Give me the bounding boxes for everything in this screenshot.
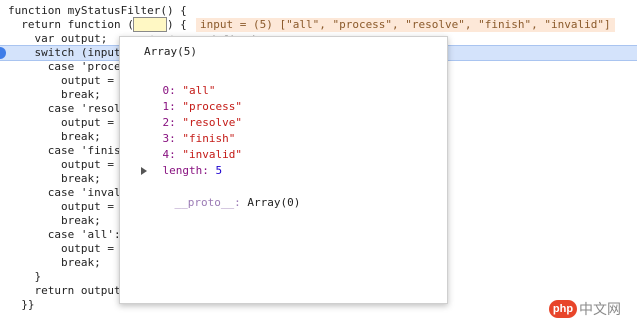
watermark-text: 中文网 <box>579 301 621 317</box>
code-text: break; <box>8 256 101 269</box>
code-text: break; <box>8 214 101 227</box>
hovered-token-highlight[interactable] <box>133 17 167 32</box>
code-text: output = <box>8 200 114 213</box>
code-text: var output; <box>8 32 108 45</box>
array-item[interactable]: 1: "process" <box>136 83 242 113</box>
variable-inspect-popover[interactable]: Array(5) 0: "all" 1: "process" 2: "resol… <box>119 36 448 304</box>
inline-variable-value: input = (5) ["all", "process", "resolve"… <box>196 18 615 32</box>
watermark-logo: php <box>549 300 577 318</box>
code-text: return output <box>8 284 121 297</box>
code-text: output = <box>8 74 114 87</box>
code-line[interactable]: function myStatusFilter() { <box>0 4 637 18</box>
code-text: case 'finis <box>8 144 121 157</box>
array-item[interactable]: 3: "finish" <box>136 115 236 145</box>
code-text: case 'inval <box>8 186 121 199</box>
code-text: break; <box>8 172 101 185</box>
expand-triangle-icon[interactable] <box>141 167 147 175</box>
code-text: break; <box>8 88 101 101</box>
code-text: output = <box>8 158 114 171</box>
code-text: }} <box>8 298 35 311</box>
code-text: output = <box>8 242 114 255</box>
proto-key: __proto__: <box>174 196 241 209</box>
code-text: case 'resol <box>8 102 121 115</box>
code-text: case 'all': <box>8 228 121 241</box>
code-text: case 'proce <box>8 60 121 73</box>
code-text: break; <box>8 130 101 143</box>
site-watermark: php 中文网 <box>549 300 635 320</box>
code-text: switch (input <box>8 46 121 59</box>
code-text: } <box>8 270 42 283</box>
array-length[interactable]: length: 5 <box>136 147 223 177</box>
popover-title: Array(5) <box>144 45 197 58</box>
array-item[interactable]: 0: "all" <box>136 67 216 97</box>
proto-row[interactable]: __proto__: Array(0) <box>136 163 300 209</box>
array-item[interactable]: 4: "invalid" <box>136 131 242 161</box>
proto-value: Array(0) <box>247 196 301 209</box>
code-text: function myStatusFilter() { <box>8 4 187 17</box>
array-item[interactable]: 2: "resolve" <box>136 99 242 129</box>
code-text: output = <box>8 116 114 129</box>
